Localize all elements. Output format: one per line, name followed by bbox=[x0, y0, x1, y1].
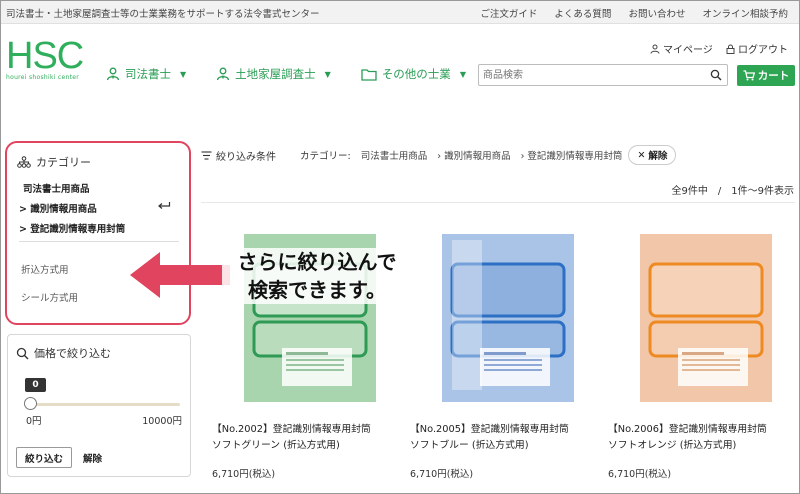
hierarchy-icon bbox=[17, 156, 31, 168]
callout-line-1: さらに絞り込んで bbox=[237, 250, 397, 274]
filter-bar: 絞り込み条件 カテゴリー: 司法書士用商品 › 識別情報用商品 › 登記識別情報… bbox=[201, 145, 677, 165]
chevron-right-icon: > bbox=[19, 204, 27, 215]
cart-label: カート bbox=[757, 70, 790, 82]
mypage-link[interactable]: マイページ bbox=[650, 41, 713, 56]
contact-link[interactable]: お問い合わせ bbox=[628, 9, 685, 20]
top-info-bar: 司法書士・土地家屋調査士等の士業業務をサポートする法令書式センター ご注文ガイド… bbox=[0, 0, 800, 24]
filter-crumb[interactable]: 司法書士用商品 bbox=[361, 148, 428, 162]
price-slider-track[interactable] bbox=[30, 403, 180, 406]
product-image[interactable] bbox=[212, 206, 402, 404]
user-icon bbox=[650, 44, 660, 54]
chevron-right-icon: > bbox=[19, 224, 27, 235]
price-slider-handle[interactable] bbox=[24, 397, 37, 410]
filter-crumb-label: 識別情報用商品 bbox=[444, 151, 511, 162]
account-links: マイページ ログアウト bbox=[640, 41, 788, 57]
site-logo[interactable]: HSC hourei shoshiki center bbox=[6, 35, 84, 81]
filter-conditions-label: 絞り込み条件 bbox=[216, 151, 276, 163]
chevron-down-icon: ▼ bbox=[459, 69, 466, 79]
product-name-line-2: ソフトグリーン (折込方式用) bbox=[212, 440, 340, 451]
clear-conditions-chip[interactable]: ✕ 解除 bbox=[628, 145, 677, 165]
clear-filter-button[interactable]: 解除 bbox=[83, 447, 102, 468]
filter-crumb[interactable]: › 登記識別情報専用封筒 bbox=[521, 148, 623, 162]
chevron-down-icon: ▼ bbox=[324, 69, 331, 79]
product-name[interactable]: 【No.2006】登記識別情報専用封筒 ソフトオレンジ (折込方式用) bbox=[608, 422, 800, 454]
category-item-envelope[interactable]: > 登記識別情報専用封筒 bbox=[19, 221, 125, 235]
product-name-line-1: 【No.2002】登記識別情報専用封筒 bbox=[212, 424, 371, 435]
product-price: 6,710円(税込) bbox=[410, 469, 474, 480]
cart-icon bbox=[743, 70, 755, 81]
category-divider bbox=[19, 241, 179, 242]
logo-mark: HSC bbox=[6, 35, 84, 77]
nav-tochikaoku[interactable]: 土地家屋調査士 ▼ bbox=[216, 66, 331, 82]
top-links: ご注文ガイド よくある質問 お問い合わせ オンライン相談予約 bbox=[466, 6, 788, 20]
person-icon bbox=[217, 67, 230, 81]
price-current-badge: 0 bbox=[25, 378, 46, 392]
filter-crumb[interactable]: › 識別情報用商品 bbox=[437, 148, 510, 162]
nav-label: 土地家屋調査士 bbox=[235, 67, 316, 81]
filter-conditions: 絞り込み条件 bbox=[201, 148, 276, 163]
return-icon bbox=[157, 201, 171, 214]
nav-shihoushoshi[interactable]: 司法書士 ▼ bbox=[106, 66, 186, 82]
chevron-right-icon: › bbox=[437, 151, 442, 162]
category-item-label: 登記識別情報専用封筒 bbox=[30, 224, 126, 235]
mypage-label: マイページ bbox=[663, 45, 713, 56]
product-name-line-1: 【No.2006】登記識別情報専用封筒 bbox=[608, 424, 767, 435]
search-box bbox=[478, 64, 728, 86]
price-filter-title: 価格で絞り込む bbox=[16, 345, 111, 361]
logout-label: ログアウト bbox=[738, 45, 788, 56]
product-name[interactable]: 【No.2005】登記識別情報専用封筒 ソフトブルー (折込方式用) bbox=[410, 422, 606, 454]
product-name-line-2: ソフトオレンジ (折込方式用) bbox=[608, 440, 737, 451]
product-name-line-2: ソフトブルー (折込方式用) bbox=[410, 440, 529, 451]
product-image[interactable] bbox=[608, 206, 798, 404]
faq-link[interactable]: よくある質問 bbox=[554, 9, 611, 20]
main-nav: 司法書士 ▼ 土地家屋調査士 ▼ その他の士業 ▼ bbox=[106, 66, 496, 82]
search-input[interactable] bbox=[483, 67, 703, 83]
category-title: カテゴリー bbox=[17, 154, 91, 170]
nav-label: その他の士業 bbox=[381, 67, 451, 81]
product-name[interactable]: 【No.2002】登記識別情報専用封筒 ソフトグリーン (折込方式用) bbox=[212, 422, 408, 454]
close-icon: ✕ bbox=[637, 149, 646, 161]
person-icon bbox=[106, 67, 120, 81]
price-min-label: 0円 bbox=[26, 416, 42, 427]
logout-link[interactable]: ログアウト bbox=[726, 41, 788, 56]
category-title-label: カテゴリー bbox=[36, 156, 91, 169]
filter-category-lead: カテゴリー: bbox=[300, 151, 351, 162]
callout-text: さらに絞り込んで 検索できます。 bbox=[222, 248, 412, 304]
subcategory-seal[interactable]: シール方式用 bbox=[21, 290, 78, 304]
category-item-label: 識別情報用商品 bbox=[30, 204, 97, 215]
results-divider bbox=[201, 202, 795, 203]
chevron-right-icon: › bbox=[520, 151, 525, 162]
clear-conditions-label: 解除 bbox=[648, 151, 668, 162]
filter-crumb-label: 登記識別情報専用封筒 bbox=[527, 151, 623, 162]
search-icon[interactable] bbox=[710, 69, 722, 84]
online-consultation-link[interactable]: オンライン相談予約 bbox=[702, 9, 788, 20]
lock-icon bbox=[726, 44, 735, 54]
chevron-down-icon: ▼ bbox=[180, 69, 187, 79]
nav-other-professions[interactable]: その他の士業 ▼ bbox=[361, 66, 466, 82]
apply-filter-button[interactable]: 絞り込む bbox=[16, 447, 72, 468]
search-icon bbox=[16, 347, 29, 359]
category-item-shikibetsu[interactable]: > 識別情報用商品 bbox=[19, 201, 97, 215]
subcategory-folding[interactable]: 折込方式用 bbox=[21, 262, 69, 276]
logo-subtitle: hourei shoshiki center bbox=[6, 74, 80, 81]
cart-button[interactable]: カート bbox=[737, 65, 795, 86]
site-tagline: 司法書士・土地家屋調査士等の士業業務をサポートする法令書式センター bbox=[6, 9, 320, 20]
filter-icon bbox=[201, 150, 212, 160]
result-count: 全9件中 / 1件～9件表示 bbox=[671, 186, 794, 197]
callout-line-2: 検索できます。 bbox=[248, 278, 386, 302]
product-name-line-1: 【No.2005】登記識別情報専用封筒 bbox=[410, 424, 569, 435]
product-image[interactable] bbox=[410, 206, 600, 404]
price-filter-title-label: 価格で絞り込む bbox=[34, 347, 111, 360]
callout-arrow-icon bbox=[130, 252, 230, 298]
folder-icon bbox=[361, 68, 377, 81]
nav-label: 司法書士 bbox=[125, 67, 171, 81]
product-price: 6,710円(税込) bbox=[608, 469, 672, 480]
category-item-shihoushoshi[interactable]: 司法書士用商品 bbox=[23, 181, 90, 195]
product-price: 6,710円(税込) bbox=[212, 469, 276, 480]
price-filter-panel: 価格で絞り込む 0 0円 10000円 絞り込む 解除 bbox=[7, 334, 191, 477]
order-guide-link[interactable]: ご注文ガイド bbox=[480, 9, 537, 20]
price-max-label: 10000円 bbox=[142, 416, 182, 427]
